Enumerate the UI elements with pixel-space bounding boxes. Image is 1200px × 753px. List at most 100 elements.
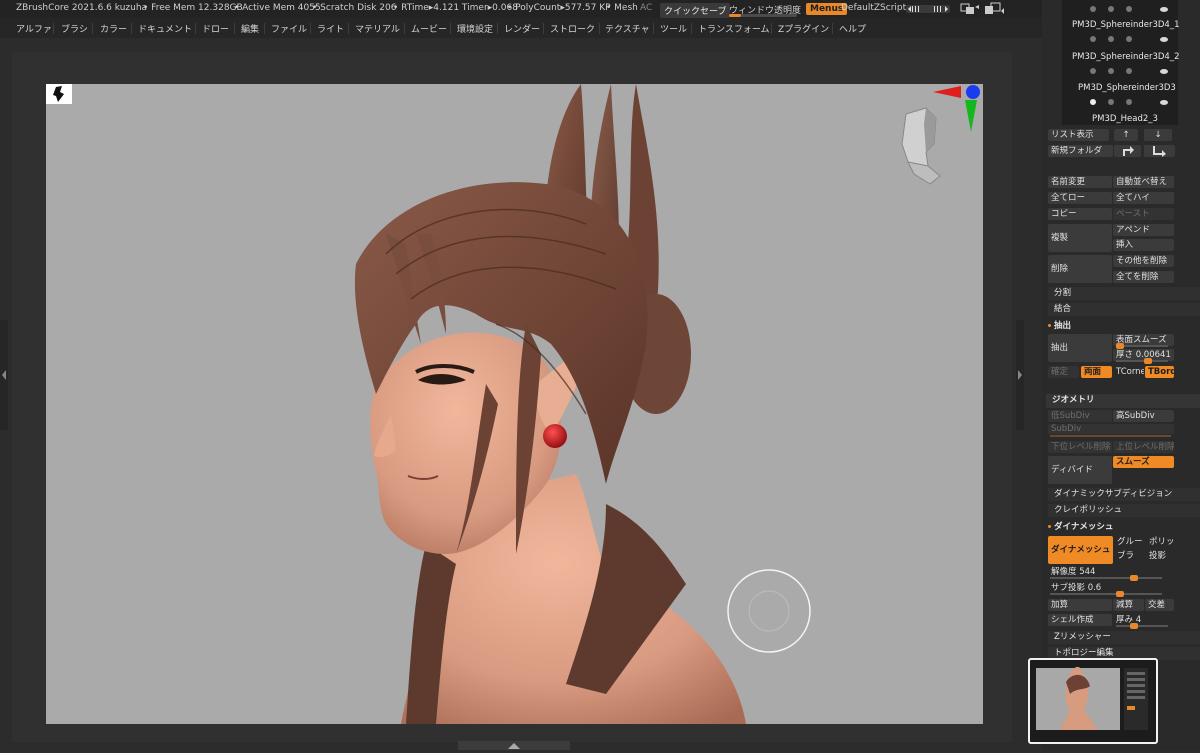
dynamesh-button[interactable]: ダイナメッシュ [1048, 536, 1113, 564]
shell-thickness-track[interactable] [1116, 623, 1168, 629]
subtool-item[interactable]: PM3D_Sphereinder3D4_1 [1072, 20, 1180, 32]
tborder-toggle[interactable]: TBorde [1145, 366, 1174, 378]
list-view-button[interactable]: リスト表示 [1048, 129, 1109, 141]
menu-movie[interactable]: ムービー [411, 22, 447, 35]
menu-alpha[interactable]: アルファ [16, 22, 52, 35]
menu-document[interactable]: ドキュメント [138, 22, 192, 35]
higher-subdiv-button[interactable]: 高SubDiv [1113, 410, 1174, 422]
visibility-eye-icon[interactable] [1160, 100, 1168, 105]
dynamic-subdiv-section[interactable]: ダイナミックサブディビジョン [1048, 488, 1200, 501]
menu-draw[interactable]: ドロー [202, 22, 229, 35]
layout-switch-icon[interactable] [984, 2, 1004, 19]
menu-light[interactable]: ライト [317, 22, 344, 35]
visibility-eye-icon[interactable] [1160, 7, 1168, 12]
zremesher-section[interactable]: Zリメッシャー [1048, 631, 1200, 644]
subproject-slider-track[interactable] [1050, 591, 1162, 597]
subtool-row-toolbar [1072, 97, 1176, 107]
all-low-button[interactable]: 全てロー [1048, 192, 1112, 204]
move-down-folder-icon[interactable] [1144, 145, 1175, 157]
delete-button[interactable]: 削除 [1048, 255, 1112, 283]
merge-section[interactable]: 結合 [1048, 303, 1200, 316]
all-high-button[interactable]: 全てハイ [1113, 192, 1174, 204]
menu-texture[interactable]: テクスチャ [605, 22, 650, 35]
duplicate-button[interactable]: 複製 [1048, 224, 1112, 252]
undo-history-icon[interactable] [960, 2, 980, 19]
quicksave-button[interactable]: クイックセーブ [660, 3, 731, 18]
subtool-item-active[interactable]: PM3D_Head2_3 [1092, 114, 1196, 126]
subdiv-slider-track[interactable] [1050, 435, 1171, 437]
subtract-button[interactable]: 減算 [1113, 599, 1144, 611]
delete-lower-button[interactable]: 下位レベル削除 [1048, 441, 1112, 453]
menu-color[interactable]: カラー [100, 22, 127, 35]
blur-slider[interactable]: ブラ [1114, 550, 1145, 562]
menu-brush[interactable]: ブラシ [61, 22, 88, 35]
paste-button[interactable]: ペースト [1113, 208, 1174, 220]
subtool-item[interactable]: PM3D_Sphereinder3D3 [1078, 83, 1182, 95]
axis-gizmo-icon[interactable] [931, 84, 983, 139]
geometry-header[interactable]: ジオメトリ [1046, 394, 1200, 408]
polycount-readout: • PolyCount▸577.57 KP [507, 3, 611, 13]
free-mem-readout: • Free Mem 12.328GB [143, 3, 243, 13]
subtool-item[interactable]: PM3D_Sphereinder3D4_2 [1072, 52, 1180, 64]
menu-material[interactable]: マテリアル [355, 22, 400, 35]
subtool-row-toolbar [1072, 34, 1176, 44]
dynamesh-header[interactable]: ダイナメッシュ [1048, 520, 1113, 532]
navigator-thumbnail[interactable] [1028, 658, 1158, 744]
scratch-disk-readout: • Scratch Disk 206 [312, 3, 397, 13]
split-section[interactable]: 分割 [1048, 287, 1200, 300]
visibility-eye-icon[interactable] [1160, 37, 1168, 42]
delete-higher-button[interactable]: 上位レベル削除 [1113, 441, 1174, 453]
tcorner-toggle[interactable]: TCorne [1113, 366, 1144, 378]
create-shell-button[interactable]: シェル作成 [1048, 614, 1112, 626]
both-sides-toggle[interactable]: 両面 [1081, 366, 1112, 378]
project-toggle[interactable]: 投影 [1146, 550, 1175, 562]
add-button[interactable]: 加算 [1048, 599, 1112, 611]
menu-render[interactable]: レンダー [504, 22, 540, 35]
menu-edit[interactable]: 編集 [241, 22, 259, 35]
move-up-button[interactable]: ↑ [1114, 129, 1138, 141]
move-up-folder-icon[interactable] [1114, 145, 1141, 157]
smooth-slider-track[interactable] [1116, 343, 1168, 349]
sculpt-model[interactable] [46, 84, 983, 724]
new-folder-button[interactable]: 新規フォルダ [1048, 145, 1113, 157]
right-tray-handle[interactable] [1016, 320, 1024, 430]
menu-preferences[interactable]: 環境設定 [457, 22, 493, 35]
menu-help[interactable]: ヘルプ [839, 22, 866, 35]
status-bar: ZBrushCore 2021.6.6 kuzuha • Free Mem 12… [0, 0, 1042, 18]
append-button[interactable]: アペンド [1113, 224, 1174, 236]
menu-file[interactable]: ファイル [271, 22, 307, 35]
thickness-slider-track[interactable] [1116, 358, 1168, 364]
polish-toggle[interactable]: ポリッ [1146, 536, 1175, 548]
subtool-row-toolbar [1072, 4, 1176, 14]
groups-toggle[interactable]: グルー [1114, 536, 1145, 548]
menu-transform[interactable]: トランスフォーム [698, 22, 770, 35]
resolution-slider-track[interactable] [1050, 575, 1162, 581]
rename-button[interactable]: 名前変更 [1048, 176, 1112, 188]
slider-dial-icon[interactable] [906, 4, 950, 17]
extract-button[interactable]: 抽出 [1048, 334, 1112, 362]
extract-header[interactable]: 抽出 [1048, 319, 1071, 331]
visibility-eye-icon[interactable] [1160, 69, 1168, 74]
menu-stroke[interactable]: ストローク [550, 22, 595, 35]
delete-other-button[interactable]: その他を削除 [1113, 255, 1174, 267]
accept-button[interactable]: 確定 [1048, 366, 1079, 378]
document-viewport[interactable] [46, 84, 983, 724]
subdiv-level-slider[interactable]: SubDiv [1048, 424, 1174, 434]
divide-button[interactable]: ディバイド [1048, 456, 1112, 484]
menu-tool[interactable]: ツール [660, 22, 687, 35]
lower-subdiv-button[interactable]: 低SubDiv [1048, 410, 1112, 422]
left-tray-handle[interactable] [0, 320, 8, 430]
move-down-button[interactable]: ↓ [1144, 129, 1172, 141]
rtime-readout: • RTime▸4.121 Timer▸0.068 [393, 3, 518, 13]
smooth-toggle[interactable]: スムーズ [1113, 456, 1174, 468]
menu-zplugin[interactable]: Zプラグイン [778, 22, 829, 35]
auto-reorder-button[interactable]: 自動並べ替え [1113, 176, 1174, 188]
window-transparency-slider[interactable] [729, 14, 797, 17]
insert-button[interactable]: 挿入 [1113, 239, 1174, 251]
bottom-tray-handle[interactable] [458, 741, 570, 750]
intersect-button[interactable]: 交差 [1145, 599, 1174, 611]
copy-button[interactable]: コピー [1048, 208, 1112, 220]
default-zscript-button[interactable]: DefaultZScript [841, 3, 906, 13]
claypolish-section[interactable]: クレイポリッシュ [1048, 504, 1200, 517]
delete-all-button[interactable]: 全てを削除 [1113, 271, 1174, 283]
